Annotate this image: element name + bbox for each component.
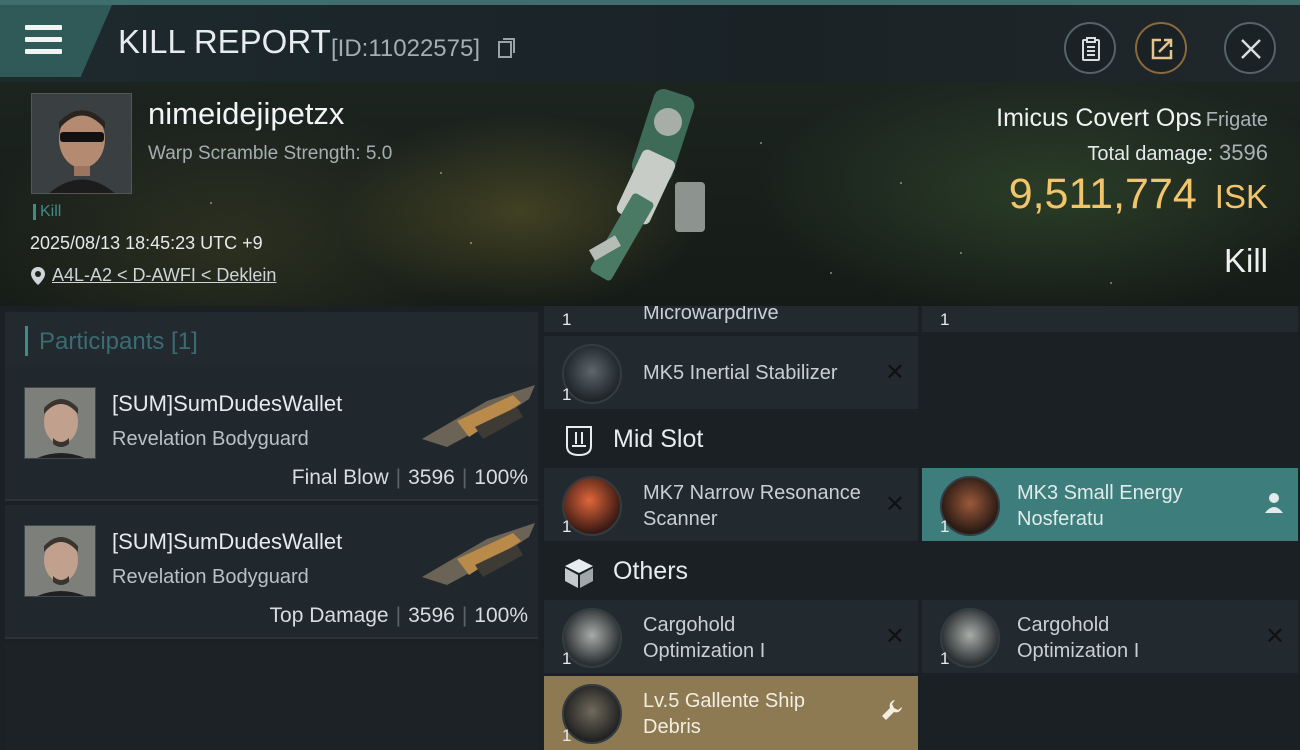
module-item[interactable]: 1 Cargohold Optimization I ✕	[544, 600, 918, 673]
victim-ship-name[interactable]: Imicus Covert Ops Frigate	[996, 104, 1268, 133]
module-name: Lv.5 Gallente Ship Debris	[643, 690, 805, 738]
header-accent-bar	[25, 326, 28, 356]
module-qty: 1	[562, 517, 572, 536]
location[interactable]: A4L-A2 < D-AWFI < Deklein	[30, 265, 276, 286]
destroyed-mark: ✕	[1264, 622, 1285, 650]
others-title: Others	[613, 557, 689, 585]
kill-timestamp: 2025/08/13 18:45:23 UTC +9	[30, 233, 263, 253]
module-item[interactable]: 1	[922, 306, 1298, 332]
total-damage-value: 3596	[1219, 140, 1268, 165]
isk-unit: ISK	[1214, 178, 1268, 215]
module-qty: 1	[940, 517, 950, 536]
destroyed-mark: ✕	[884, 358, 905, 386]
report-id: [ID:11022575]	[331, 35, 481, 62]
participants-panel: Participants [1] [SUM]SumDudesWallet Rev…	[0, 306, 540, 750]
module-item-debris[interactable]: 1 Lv.5 Gallente Ship Debris	[544, 676, 918, 750]
module-qty: 1	[562, 310, 572, 329]
total-damage-label: Total damage:	[1087, 143, 1214, 165]
victim-portrait[interactable]	[31, 93, 132, 194]
isk-value: 9,511,774	[1008, 170, 1197, 218]
participant-ship: Revelation Bodyguard	[112, 566, 309, 588]
module-qty: 1	[562, 649, 572, 668]
clipboard-button[interactable]	[1064, 22, 1116, 74]
wrench-icon	[882, 700, 902, 720]
mid-slot-icon	[566, 426, 592, 457]
isk-loss: 9,511,774 ISK	[1009, 170, 1268, 219]
close-icon	[1241, 39, 1261, 59]
participant-avatar[interactable]	[24, 525, 96, 597]
destroyed-mark: ✕	[884, 490, 905, 518]
close-button[interactable]	[1224, 22, 1276, 74]
participants-header[interactable]: Participants [1]	[5, 312, 538, 372]
participant-ship-image[interactable]	[417, 381, 539, 451]
participants-empty-area	[5, 644, 538, 750]
stat-separator: |	[461, 466, 468, 489]
module-name: Cargohold Optimization I	[1017, 614, 1140, 662]
participant-ship: Revelation Bodyguard	[112, 428, 309, 450]
participant-role: Top Damage	[269, 604, 389, 627]
participant-stats: Final Blow | 3596 | 100%	[292, 466, 528, 490]
mid-slot-title: Mid Slot	[613, 425, 704, 453]
page-title: KILL REPORT	[118, 23, 331, 60]
others-header: Others	[540, 544, 1300, 600]
participant-percent: 100%	[474, 604, 528, 627]
participant-card[interactable]: [SUM]SumDudesWallet Revelation Bodyguard…	[5, 505, 538, 639]
participant-name[interactable]: [SUM]SumDudesWallet	[112, 529, 342, 555]
stat-separator: |	[395, 466, 402, 489]
share-icon	[1151, 38, 1173, 60]
module-item[interactable]: 1 MK5 Inertial Stabilizer ✕	[544, 336, 918, 409]
module-name: Microwarpdrive	[643, 306, 779, 324]
stat-separator: |	[461, 604, 468, 627]
participant-role: Final Blow	[291, 466, 389, 489]
victim-hero: nimeidejipetzx Warp Scramble Strength: 5…	[0, 82, 1300, 306]
location-pin-icon	[31, 266, 45, 285]
copy-icon[interactable]	[498, 38, 516, 59]
ship-class: Frigate	[1205, 109, 1268, 131]
participant-ship-image[interactable]	[417, 519, 539, 589]
module-qty: 1	[940, 310, 950, 329]
participants-title: Participants [1]	[39, 328, 198, 355]
menu-icon[interactable]	[25, 25, 62, 55]
participant-stats: Top Damage | 3596 | 100%	[270, 604, 528, 628]
module-qty: 1	[940, 649, 950, 668]
module-item-dropped[interactable]: 1 MK3 Small Energy Nosferatu	[922, 468, 1298, 541]
location-link[interactable]: A4L-A2 < D-AWFI < Deklein	[52, 265, 276, 286]
participant-damage: 3596	[408, 466, 455, 489]
warp-scramble-strength: Warp Scramble Strength: 5.0	[148, 143, 393, 164]
module-name: MK5 Inertial Stabilizer	[643, 362, 838, 384]
stat-separator: |	[395, 604, 402, 627]
module-qty: 1	[562, 726, 572, 745]
share-button[interactable]	[1135, 22, 1187, 74]
participant-percent: 100%	[474, 466, 528, 489]
result-label: Kill	[1223, 242, 1268, 279]
module-name: MK7 Narrow Resonance Scanner	[643, 482, 861, 530]
victim-name[interactable]: nimeidejipetzx	[148, 96, 344, 132]
ship-name-text: Imicus Covert Ops	[996, 104, 1202, 132]
total-damage: Total damage: 3596	[1087, 140, 1268, 166]
participant-name[interactable]: [SUM]SumDudesWallet	[112, 391, 342, 417]
module-name: MK3 Small Energy Nosferatu	[1017, 482, 1183, 530]
victim-ship-image[interactable]	[580, 82, 740, 304]
destroyed-mark: ✕	[884, 622, 905, 650]
module-qty: 1	[562, 385, 572, 404]
top-bar: KILL REPORT [ID:11022575]	[0, 0, 1300, 82]
module-item[interactable]: 1 Cargohold Optimization I ✕	[922, 600, 1298, 673]
participant-card[interactable]: [SUM]SumDudesWallet Revelation Bodyguard…	[5, 367, 538, 501]
mid-slot-header: Mid Slot	[540, 412, 1300, 468]
clipboard-icon	[1082, 37, 1100, 61]
module-item[interactable]: 1 MK7 Narrow Resonance Scanner ✕	[544, 468, 918, 541]
person-icon	[1265, 493, 1283, 513]
participant-damage: 3596	[408, 604, 455, 627]
module-item[interactable]: Microwarpdrive 1	[544, 306, 918, 332]
kill-tag: Kill	[33, 204, 61, 220]
menu-tab[interactable]	[0, 5, 112, 77]
module-name: Cargohold Optimization I	[643, 614, 766, 662]
cube-icon	[565, 559, 593, 588]
participant-avatar[interactable]	[24, 387, 96, 459]
